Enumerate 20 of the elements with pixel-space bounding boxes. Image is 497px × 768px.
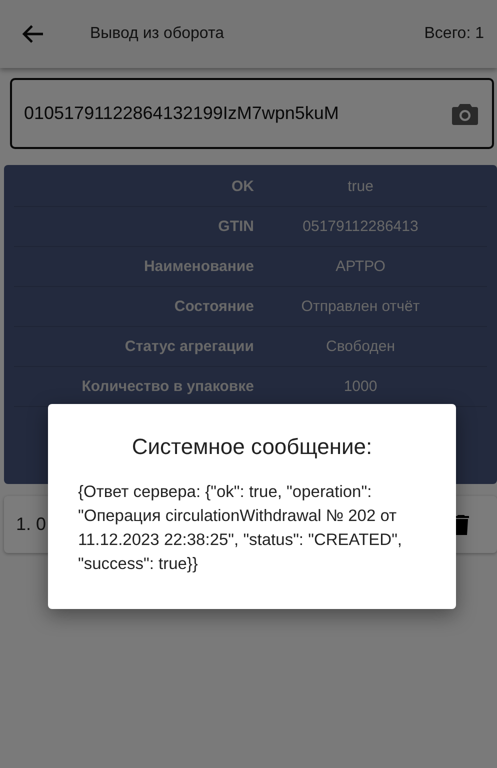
field-label: Наименование [142,258,254,275]
field-value: 1000 [342,378,378,395]
field-label: Состояние [173,298,254,315]
field-value: 05179112286413 [302,218,420,235]
total-count: Всего: 1 [424,25,484,43]
back-arrow-icon [22,24,44,44]
field-value: АРТРО [334,258,386,275]
camera-icon[interactable] [452,102,478,124]
field-value: true [346,178,374,195]
screen-title: Вывод из оборота [90,25,225,43]
field-label: Статус агрегации [124,338,254,355]
item-text: 1. 0 [16,514,46,535]
dialog-message: {Ответ сервера: {"ok": true, "operation": "Операция circulationWithdrawal № 202 от 11.12.2023 22:38:25", "status": "CREATED", "success": true}} [78,482,404,575]
field-label: Количество в упаковке [80,378,254,395]
field-value: Свободен [325,338,396,355]
field-value: Отправлен отчёт [300,298,421,315]
code-input-field[interactable]: 01051791122864132199IzM7wpn5kuM [10,78,494,149]
field-label: OK [230,178,254,195]
dialog-title: Системное сообщение: [130,434,374,460]
field-label: GTIN [217,218,254,235]
